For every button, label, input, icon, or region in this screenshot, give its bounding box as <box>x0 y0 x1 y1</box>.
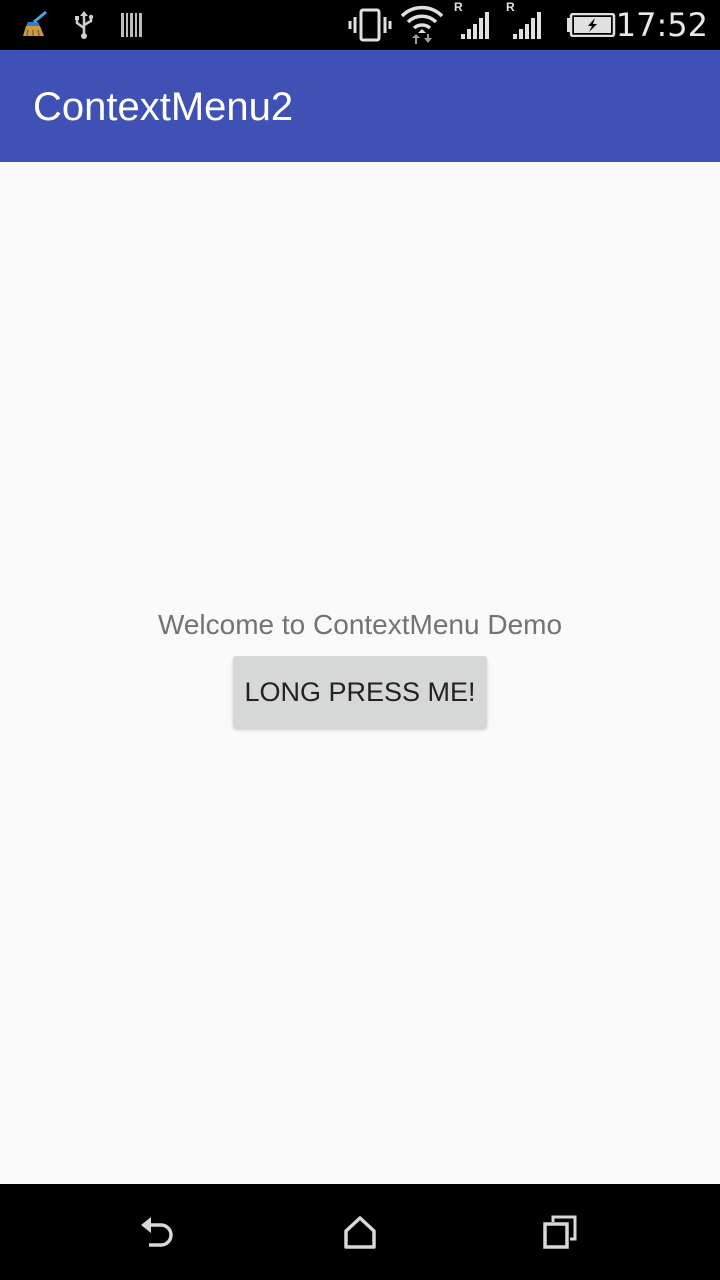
main-content: Welcome to ContextMenu Demo LONG PRESS M… <box>0 162 720 1184</box>
barcode-icon <box>121 13 142 37</box>
recents-button[interactable] <box>528 1204 592 1260</box>
app-bar: ContextMenu2 <box>0 50 720 162</box>
back-icon <box>141 1217 173 1247</box>
nav-bar <box>0 1184 720 1280</box>
cleaner-icon <box>23 10 47 37</box>
usb-icon <box>75 11 94 39</box>
welcome-text: Welcome to ContextMenu Demo <box>157 609 563 640</box>
signal-icon <box>461 12 489 39</box>
back-button[interactable] <box>127 1204 191 1260</box>
status-bar: R R 17:52 <box>0 0 720 50</box>
home-icon <box>344 1216 376 1249</box>
vibrate-icon <box>348 8 392 42</box>
clock: 17:52 <box>615 6 708 44</box>
wifi-icon <box>400 5 444 44</box>
app-title: ContextMenu2 <box>33 85 294 129</box>
recents-icon <box>543 1215 577 1249</box>
battery-charging-icon <box>567 13 616 37</box>
long-press-button[interactable]: LONG PRESS ME! <box>233 656 487 728</box>
signal-icon <box>513 12 541 39</box>
home-button[interactable] <box>328 1204 392 1260</box>
